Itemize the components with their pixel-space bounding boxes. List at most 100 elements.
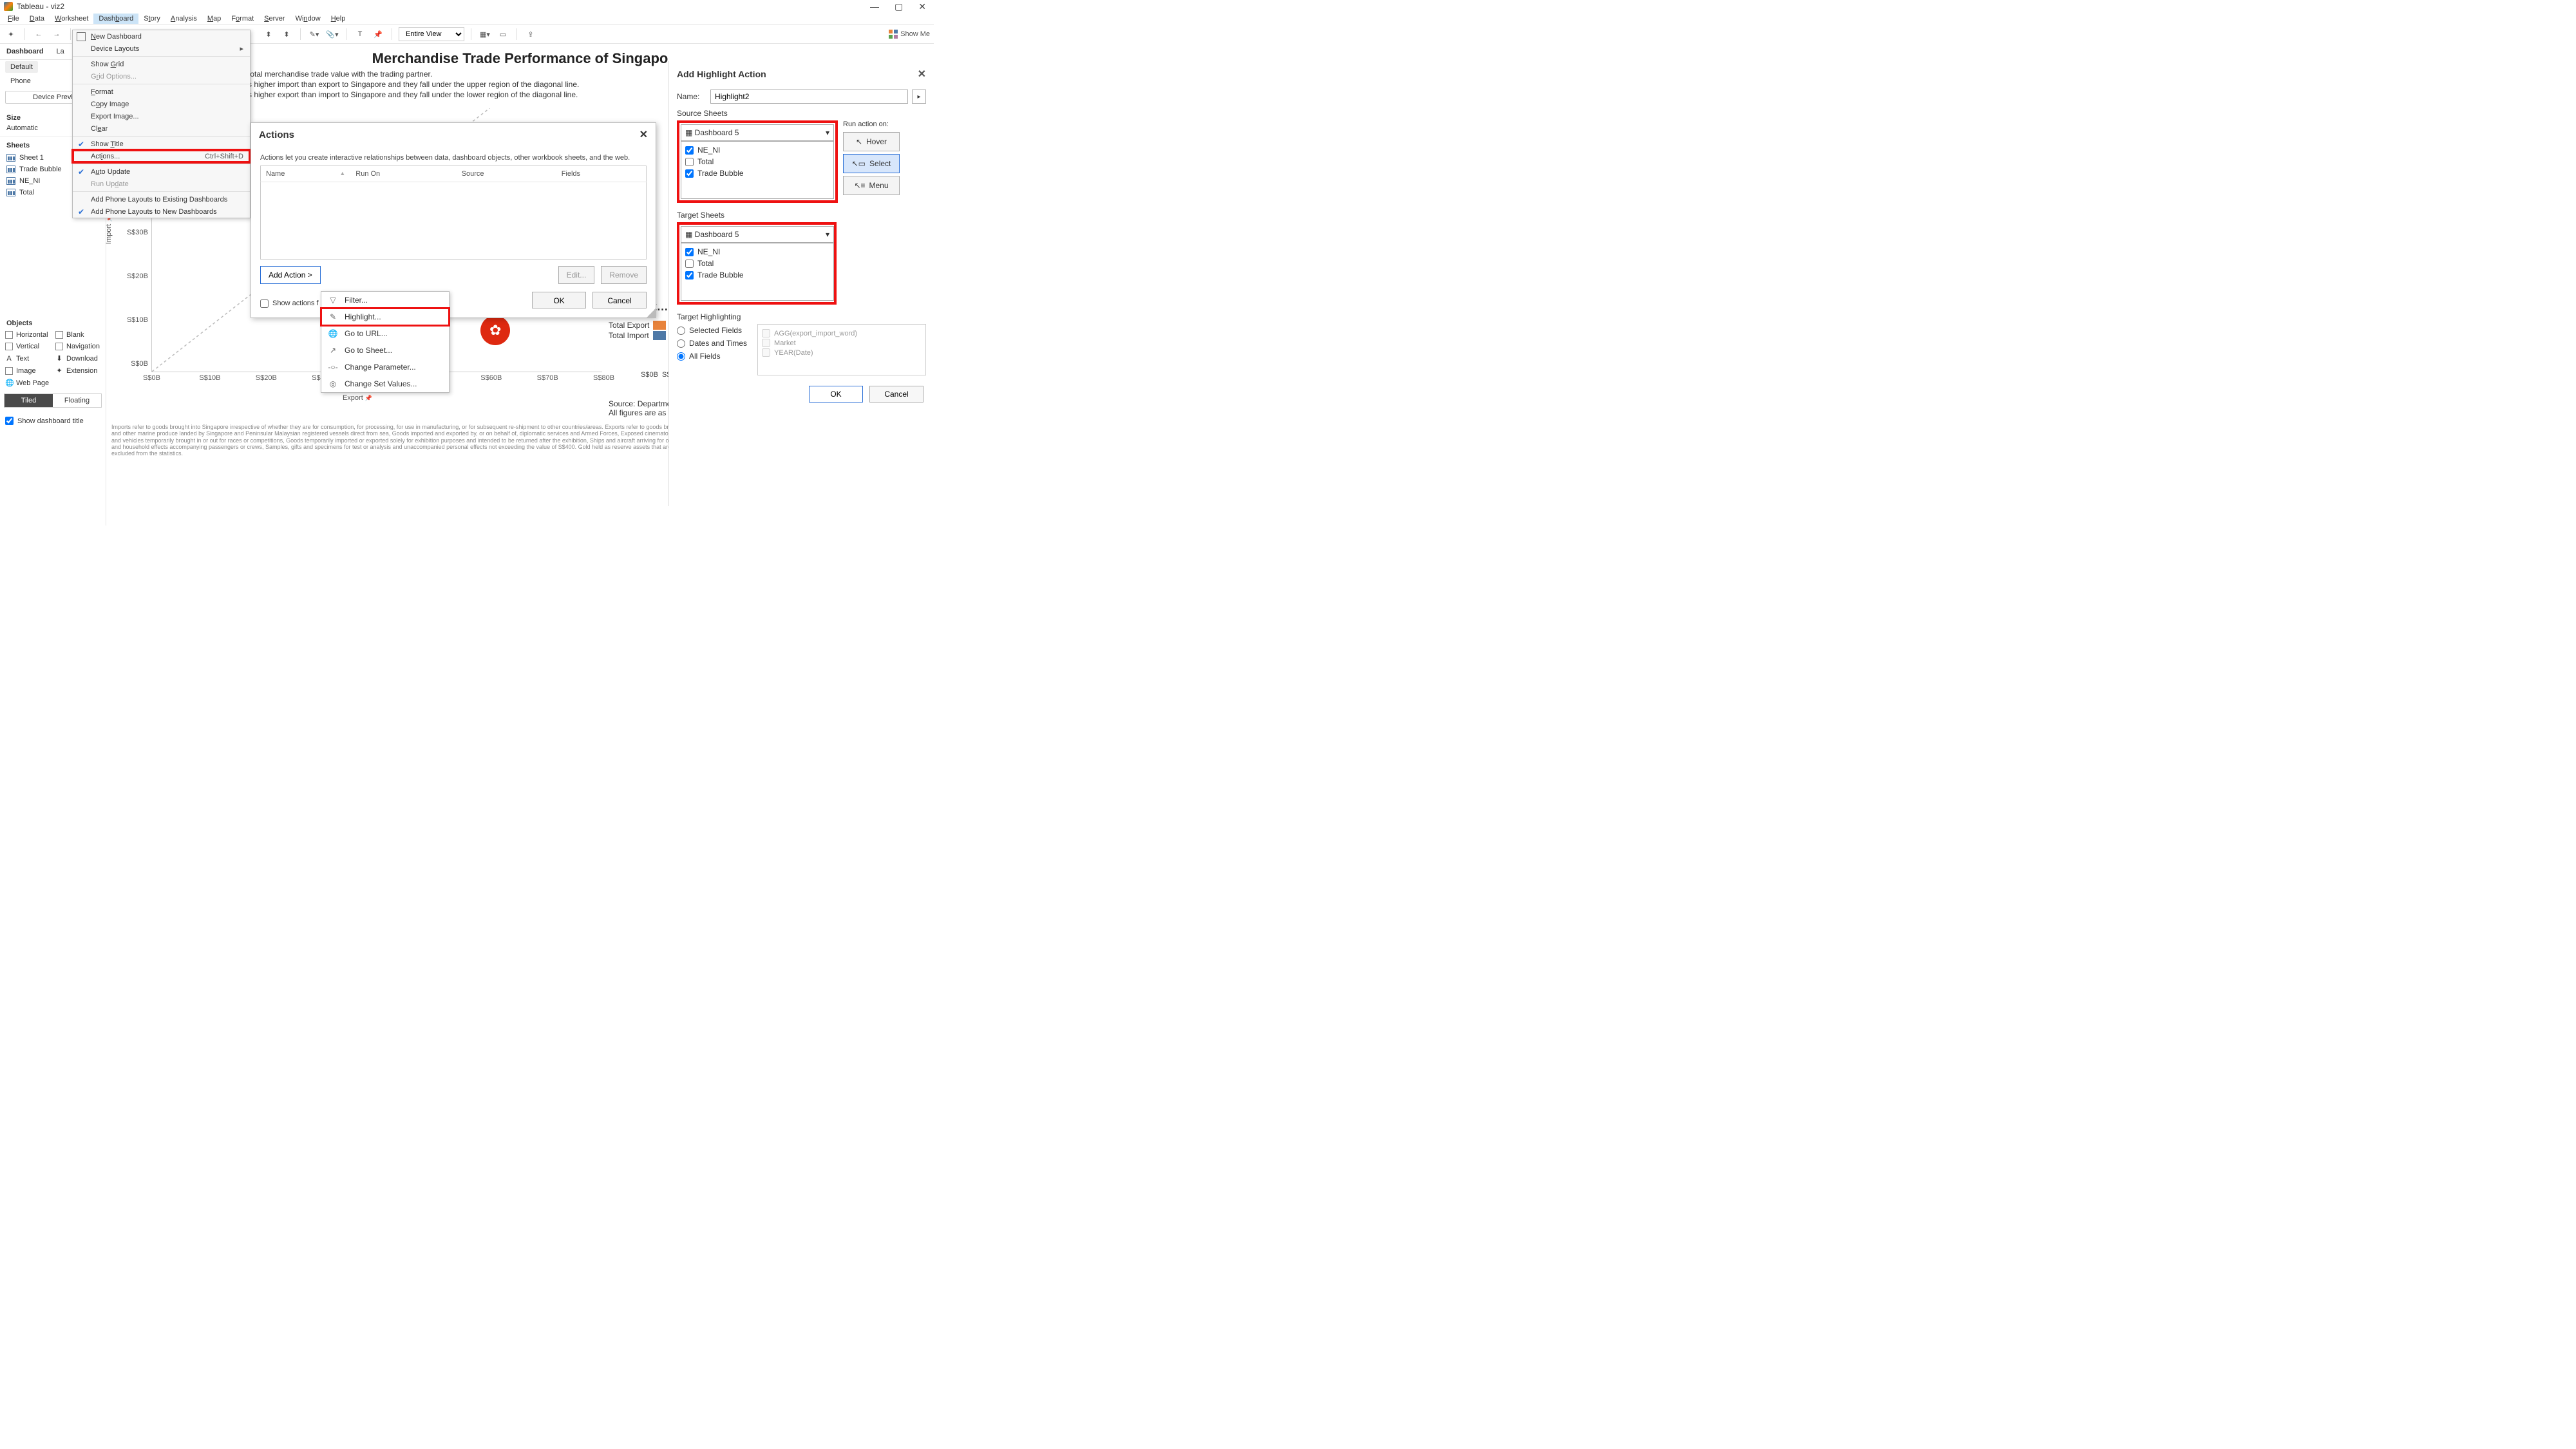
dashboard-icon[interactable]: ▦▾ (478, 27, 492, 41)
tgt-item[interactable]: Trade Bubble (685, 269, 829, 281)
menu-story[interactable]: Story (138, 14, 166, 24)
menu-server[interactable]: Server (259, 14, 290, 24)
tgt-item[interactable]: NE_NI (685, 246, 829, 258)
obj-extension[interactable]: ✦Extension (54, 365, 102, 376)
col-run-on[interactable]: Run On (350, 166, 456, 182)
remove-button[interactable]: Remove (601, 266, 647, 284)
menu-analysis[interactable]: Analysis (166, 14, 202, 24)
action-highlight[interactable]: ✎Highlight... (321, 308, 449, 325)
menu-help[interactable]: Help (326, 14, 351, 24)
share-icon[interactable]: ⇪ (524, 27, 538, 41)
select-button[interactable]: ↖▭Select (843, 154, 900, 173)
menu-window[interactable]: Window (290, 14, 326, 24)
show-actions-checkbox[interactable] (260, 299, 269, 308)
legend-item[interactable]: Total Export (609, 321, 666, 330)
radio-all-fields[interactable]: All Fields (677, 350, 747, 363)
tab-dashboard[interactable]: Dashboard (0, 44, 50, 59)
name-menu-button[interactable]: ▸ (912, 90, 926, 104)
col-source[interactable]: Source (457, 166, 556, 182)
back-button[interactable]: ← (32, 27, 46, 41)
resize-handle[interactable] (647, 308, 656, 317)
obj-text[interactable]: AText (4, 353, 52, 364)
text-icon[interactable]: T (353, 27, 367, 41)
menu-dashboard[interactable]: Dashboard (93, 14, 138, 24)
menu-button[interactable]: ↖≡Menu (843, 176, 900, 195)
highlight-icon[interactable]: ✎▾ (307, 27, 321, 41)
menu-actions[interactable]: Actions...Ctrl+Shift+D (73, 150, 250, 162)
action-filter[interactable]: ▽Filter... (321, 292, 449, 308)
sort-desc-icon[interactable]: ⬍ (279, 27, 294, 41)
attach-icon[interactable]: 📎▾ (325, 27, 339, 41)
ok-button[interactable]: OK (532, 292, 586, 308)
menu-format[interactable]: Format (226, 14, 259, 24)
menu-export-image[interactable]: Export Image... (73, 110, 250, 122)
menu-new-dashboard[interactable]: New Dashboard (73, 30, 250, 43)
hl-panel-close[interactable]: ✕ (918, 68, 926, 80)
target-dashboard-dropdown[interactable]: ▦ Dashboard 5▾ (681, 226, 834, 243)
action-url[interactable]: 🌐Go to URL... (321, 325, 449, 342)
menu-file[interactable]: File (3, 14, 24, 24)
col-name[interactable]: Name▲ (261, 166, 351, 182)
tiled-floating-toggle[interactable]: Tiled Floating (4, 393, 102, 408)
col-fields[interactable]: Fields (556, 166, 647, 182)
hover-button[interactable]: ↖Hover (843, 132, 900, 151)
tgt-item[interactable]: Total (685, 258, 829, 269)
menu-auto-update[interactable]: ✔Auto Update (73, 166, 250, 178)
menu-run-update[interactable]: Run Update (73, 178, 250, 190)
maximize-button[interactable]: ▢ (895, 1, 903, 12)
action-name-input[interactable] (710, 90, 908, 104)
obj-image[interactable]: Image (4, 365, 52, 376)
obj-blank[interactable]: Blank (54, 330, 102, 340)
show-dashboard-title-checkbox[interactable] (5, 417, 14, 425)
hl-ok-button[interactable]: OK (809, 386, 863, 402)
action-setvalues[interactable]: ◎Change Set Values... (321, 375, 449, 392)
device-phone[interactable]: Phone (5, 75, 36, 87)
source-dashboard-dropdown[interactable]: ▦ Dashboard 5▾ (681, 124, 834, 141)
action-sheet[interactable]: ↗Go to Sheet... (321, 342, 449, 359)
radio-selected-fields[interactable]: Selected Fields (677, 324, 747, 337)
legend-label: Total Import (609, 331, 649, 340)
device-default[interactable]: Default (5, 61, 38, 73)
actions-dialog-close[interactable]: ✕ (639, 128, 648, 141)
menu-format[interactable]: Format (73, 86, 250, 98)
show-me-button[interactable]: Show Me (889, 30, 930, 39)
tiled-button[interactable]: Tiled (5, 394, 53, 407)
src-item[interactable]: NE_NI (685, 144, 829, 156)
radio-dates[interactable]: Dates and Times (677, 337, 747, 350)
obj-navigation[interactable]: Navigation (54, 341, 102, 352)
forward-button[interactable]: → (50, 27, 64, 41)
legend-item[interactable]: Total Import (609, 331, 666, 340)
obj-vertical[interactable]: Vertical (4, 341, 52, 352)
menu-data[interactable]: Data (24, 14, 50, 24)
src-item[interactable]: Total (685, 156, 829, 167)
add-action-button[interactable]: Add Action > (260, 266, 321, 284)
pin-icon[interactable]: 📌 (371, 27, 385, 41)
menu-worksheet[interactable]: Worksheet (50, 14, 93, 24)
obj-horizontal[interactable]: Horizontal (4, 330, 52, 340)
cancel-button[interactable]: Cancel (592, 292, 647, 308)
menu-device-layouts[interactable]: Device Layouts▸ (73, 43, 250, 55)
menu-add-phone-new[interactable]: ✔Add Phone Layouts to New Dashboards (73, 205, 250, 218)
menu-grid-options[interactable]: Grid Options... (73, 70, 250, 82)
menu-copy-image[interactable]: Copy Image (73, 98, 250, 110)
presentation-icon[interactable]: ▭ (496, 27, 510, 41)
fit-dropdown[interactable]: Entire View (399, 27, 464, 41)
obj-webpage[interactable]: 🌐Web Page (4, 377, 52, 388)
obj-download[interactable]: ⬇Download (54, 353, 102, 364)
floating-button[interactable]: Floating (53, 394, 101, 407)
action-param[interactable]: -○-Change Parameter... (321, 359, 449, 375)
menu-show-title[interactable]: ✔Show Title (73, 138, 250, 150)
edit-button[interactable]: Edit... (558, 266, 595, 284)
menu-map[interactable]: Map (202, 14, 226, 24)
sort-asc-icon[interactable]: ⬍ (261, 27, 276, 41)
menu-clear[interactable]: Clear (73, 122, 250, 135)
menu-show-grid[interactable]: Show Grid (73, 58, 250, 70)
src-item[interactable]: Trade Bubble (685, 167, 829, 179)
bubble-hongkong[interactable]: ✿ (480, 316, 510, 345)
hl-cancel-button[interactable]: Cancel (869, 386, 923, 402)
tab-layout[interactable]: La (50, 44, 70, 59)
menu-add-phone-existing[interactable]: Add Phone Layouts to Existing Dashboards (73, 193, 250, 205)
minimize-button[interactable]: — (870, 1, 879, 12)
tableau-logo-icon[interactable]: ✦ (4, 27, 18, 41)
close-button[interactable]: ✕ (918, 1, 926, 12)
